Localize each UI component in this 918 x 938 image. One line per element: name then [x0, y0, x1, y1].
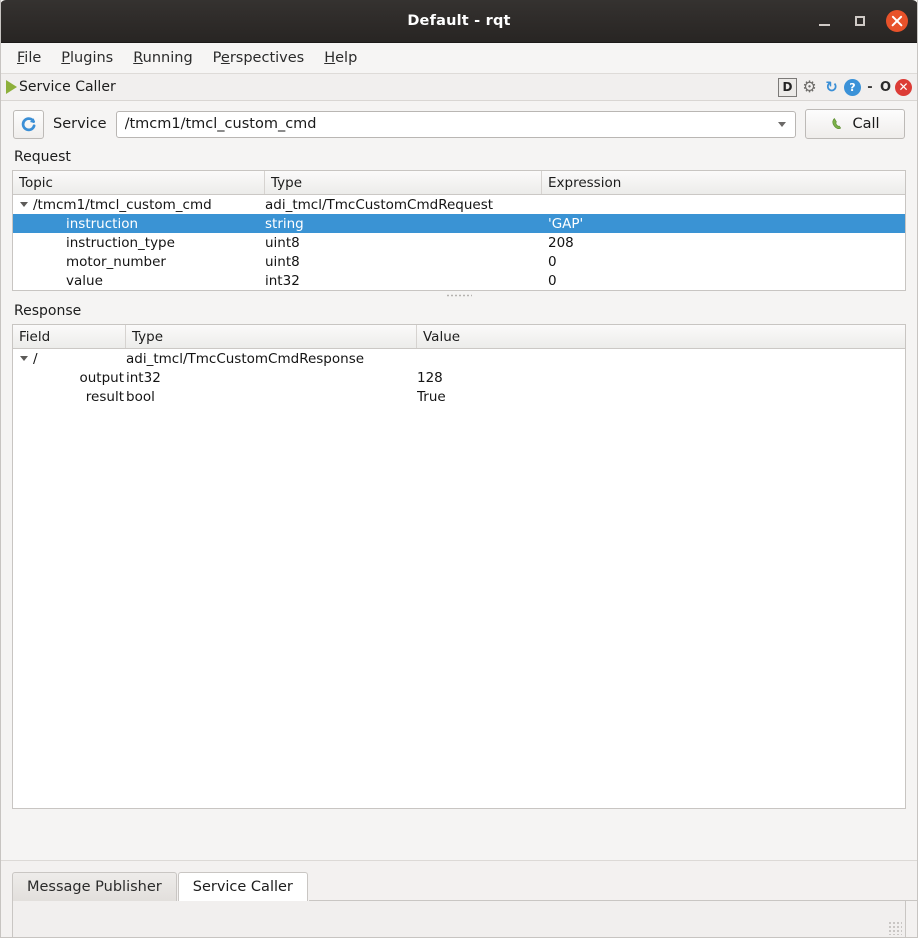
response-cell-field: result: [13, 389, 126, 405]
request-cell-topic: /tmcm1/tmcl_custom_cmd: [13, 197, 265, 213]
window-controls: [814, 0, 908, 42]
request-section-label: Request: [0, 146, 918, 170]
menu-running-rest: unning: [143, 50, 193, 66]
request-topic-text: /tmcm1/tmcl_custom_cmd: [33, 197, 212, 213]
bottom-tabbar: Message Publisher Service Caller: [0, 860, 918, 938]
request-cell-type: uint8: [265, 254, 542, 270]
rqt-window: Default - rqt File Plugins Running Persp…: [0, 0, 918, 938]
plugin-header: Service Caller D ⚙ ↻ ? - O ✕: [0, 74, 918, 101]
request-cell-topic: instruction: [13, 216, 265, 232]
response-col-value[interactable]: Value: [417, 325, 905, 348]
play-triangle-icon: [6, 80, 17, 94]
response-col-type[interactable]: Type: [126, 325, 417, 348]
table-row[interactable]: output int32 128: [13, 368, 905, 387]
help-icon[interactable]: ?: [844, 79, 861, 96]
menu-plugins[interactable]: Plugins: [61, 50, 113, 66]
response-cell-field: output: [13, 370, 126, 386]
menu-help-rest: elp: [335, 50, 357, 66]
phone-icon: [830, 116, 846, 132]
request-cell-topic: instruction_type: [13, 235, 265, 251]
request-col-topic[interactable]: Topic: [13, 171, 265, 194]
close-icon[interactable]: ✕: [895, 79, 912, 96]
minimize-icon[interactable]: -: [864, 78, 876, 97]
window-title: Default - rqt: [407, 13, 510, 29]
service-combobox[interactable]: /tmcm1/tmcl_custom_cmd: [116, 111, 796, 138]
reload-icon[interactable]: ↻: [822, 78, 841, 97]
request-cell-expression[interactable]: 208: [542, 235, 905, 251]
menu-running[interactable]: Running: [133, 50, 192, 66]
request-response-splitter[interactable]: [12, 291, 906, 300]
table-row[interactable]: result bool True: [13, 387, 905, 406]
dock-icon[interactable]: D: [778, 78, 797, 97]
response-cell-type: bool: [126, 389, 417, 405]
response-cell-field: /: [13, 351, 126, 367]
menu-perspectives-rest: rspectives: [230, 50, 304, 66]
request-cell-type: adi_tmcl/TmcCustomCmdRequest: [265, 197, 542, 213]
call-button[interactable]: Call: [805, 109, 905, 139]
request-cell-type: int32: [265, 273, 542, 289]
service-caller-panel: Service /tmcm1/tmcl_custom_cmd Call Requ…: [0, 101, 918, 873]
request-cell-topic: motor_number: [13, 254, 265, 270]
request-cell-type: string: [265, 216, 542, 232]
request-cell-expression[interactable]: 'GAP': [542, 216, 905, 232]
table-row[interactable]: /tmcm1/tmcl_custom_cmd adi_tmcl/TmcCusto…: [13, 195, 905, 214]
menubar: File Plugins Running Perspectives Help: [0, 43, 918, 74]
request-cell-expression[interactable]: 0: [542, 273, 905, 289]
response-table-body: / adi_tmcl/TmcCustomCmdResponse output i…: [13, 349, 905, 406]
float-icon[interactable]: O: [879, 78, 892, 97]
response-table-header: Field Type Value: [13, 325, 905, 349]
plugin-header-icons: D ⚙ ↻ ? - O ✕: [778, 78, 912, 97]
service-toolbar: Service /tmcm1/tmcl_custom_cmd Call: [0, 101, 918, 146]
request-col-type[interactable]: Type: [265, 171, 542, 194]
table-row[interactable]: instruction string 'GAP': [13, 214, 905, 233]
request-cell-topic: value: [13, 273, 265, 289]
call-button-label: Call: [852, 116, 879, 132]
response-col-field[interactable]: Field: [13, 325, 126, 348]
service-label: Service: [53, 116, 107, 132]
service-combobox-value: /tmcm1/tmcl_custom_cmd: [125, 116, 778, 132]
window-minimize-button[interactable]: [814, 11, 834, 31]
request-col-expression[interactable]: Expression: [542, 171, 905, 194]
window-maximize-button[interactable]: [850, 11, 870, 31]
request-table-header: Topic Type Expression: [13, 171, 905, 195]
table-row[interactable]: instruction_type uint8 208: [13, 233, 905, 252]
menu-file-rest: ile: [24, 50, 41, 66]
tab-message-publisher[interactable]: Message Publisher: [12, 872, 177, 901]
chevron-down-icon: [778, 122, 786, 127]
splitter-grip-icon: [446, 294, 472, 297]
plugin-title: Service Caller: [19, 79, 116, 95]
tab-page-area: [12, 901, 906, 938]
response-table: Field Type Value / adi_tmcl/TmcCustomCmd…: [12, 324, 906, 809]
resize-grip-icon[interactable]: [888, 921, 902, 935]
response-section-label: Response: [0, 300, 918, 324]
request-table: Topic Type Expression /tmcm1/tmcl_custom…: [12, 170, 906, 291]
tab-strip: Message Publisher Service Caller: [12, 861, 918, 901]
response-cell-type: adi_tmcl/TmcCustomCmdResponse: [126, 351, 417, 367]
window-close-button[interactable]: [886, 10, 908, 32]
menu-file[interactable]: File: [17, 50, 41, 66]
refresh-icon: [20, 116, 37, 133]
table-row[interactable]: / adi_tmcl/TmcCustomCmdResponse: [13, 349, 905, 368]
request-cell-expression[interactable]: 0: [542, 254, 905, 270]
expand-triangle-icon[interactable]: [20, 202, 28, 207]
expand-triangle-icon[interactable]: [20, 356, 28, 361]
settings-gear-icon[interactable]: ⚙: [800, 78, 819, 97]
response-cell-type: int32: [126, 370, 417, 386]
tab-service-caller[interactable]: Service Caller: [178, 872, 308, 901]
response-field-text: /: [33, 351, 38, 367]
request-table-body: /tmcm1/tmcl_custom_cmd adi_tmcl/TmcCusto…: [13, 195, 905, 290]
tab-strip-filler: [309, 871, 918, 901]
request-cell-type: uint8: [265, 235, 542, 251]
table-row[interactable]: motor_number uint8 0: [13, 252, 905, 271]
window-titlebar: Default - rqt: [0, 0, 918, 43]
table-row[interactable]: value int32 0: [13, 271, 905, 290]
menu-help[interactable]: Help: [324, 50, 357, 66]
response-cell-value: 128: [417, 370, 905, 386]
refresh-services-button[interactable]: [13, 110, 44, 139]
menu-perspectives[interactable]: Perspectives: [213, 50, 305, 66]
response-cell-value: True: [417, 389, 905, 405]
menu-plugins-rest: lugins: [70, 50, 113, 66]
